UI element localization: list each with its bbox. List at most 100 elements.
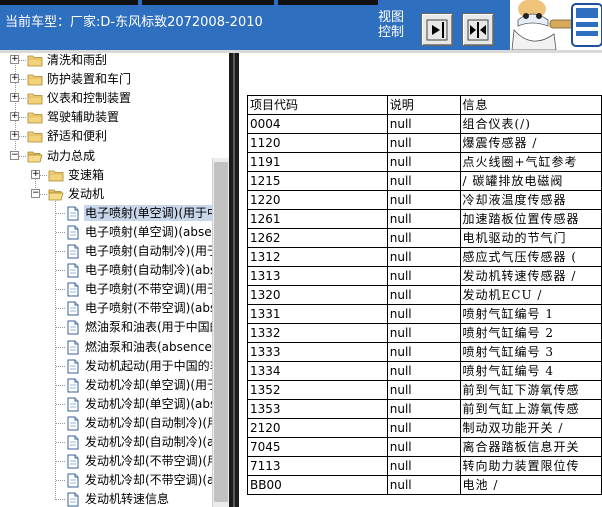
arrow-right-bar-icon [426, 19, 448, 41]
view-expand-button[interactable] [421, 13, 453, 46]
table-row[interactable]: 7045 null 离合器踏板信息开关 [247, 437, 602, 457]
tree-connector-line [56, 212, 65, 214]
cell-code: 1313 [247, 266, 388, 286]
table-row[interactable]: 1332 null 喷射气缸编号 2 [247, 323, 602, 343]
tree-folder-item[interactable]: + 舒适和便利 [0, 127, 229, 146]
cell-code: 1261 [247, 209, 388, 229]
cell-description: null [386, 304, 461, 324]
tree-leaf-item[interactable]: 发动机起动(用于中国的车 [0, 357, 229, 376]
tree-connector-line [56, 442, 65, 443]
tree-item-label: 电子喷射(单空调)(用于中 [84, 204, 221, 221]
tree-item-label: 发动机冷却(不带空调)(用 [85, 454, 220, 469]
tree-leaf-item[interactable]: 发动机冷却(自动制冷)(a [0, 433, 229, 452]
tree-leaf-item[interactable]: 发动机冷却(自动制冷)(用 [0, 414, 229, 433]
view-split-button[interactable] [462, 13, 494, 46]
cell-code: 1312 [247, 247, 388, 267]
cell-code: 2120 [247, 418, 388, 438]
table-row[interactable]: 1215 null / 碳罐排放电磁阀 [247, 171, 602, 191]
table-row[interactable]: 1262 null 电机驱动的节气门 [247, 228, 602, 248]
collapse-icon[interactable]: − [10, 150, 19, 160]
cell-info: / 碳罐排放电磁阀 [459, 171, 602, 191]
tree-leaf-item[interactable]: 电子喷射(不带空调)(用于 [0, 280, 229, 299]
table-row[interactable]: 1120 null 爆震传感器 / [247, 133, 602, 153]
cell-code: 1191 [247, 152, 388, 172]
tree-connector-line [56, 308, 65, 310]
cell-code: 1215 [247, 171, 388, 191]
cell-info: 前到气缸上游氧传感 [459, 399, 602, 419]
table-row[interactable]: 1261 null 加速踏板位置传感器 [247, 209, 602, 229]
tree-connector-line [40, 193, 47, 195]
table-row[interactable]: 1313 null 发动机转速传感器 / [247, 266, 602, 286]
cell-info: 喷射气缸编号 3 [459, 342, 602, 362]
tab-strip-segment [0, 0, 138, 5]
tree-leaf-item[interactable]: 燃油泵和油表(用于中国的 [0, 318, 229, 337]
tree-leaf-item[interactable]: 电子喷射(单空调)(abse [0, 223, 229, 242]
table-row[interactable]: 1333 null 喷射气缸编号 3 [247, 342, 602, 362]
table-row[interactable]: 1320 null 发动机ECU / [247, 285, 602, 305]
tree-folder-item[interactable]: + 仪表和控制装置 [0, 89, 229, 108]
table-row[interactable]: 1312 null 感应式气压传感器 ( [247, 247, 602, 267]
tree-connector-line [19, 155, 26, 157]
tree-scrollbar[interactable] [212, 158, 229, 507]
tree-item-label: 电子喷射(自动制冷)(用于 [85, 244, 220, 258]
tree-leaf-item[interactable]: 发动机冷却(不带空调)(a [0, 471, 229, 490]
tree-leaf-item[interactable]: 发动机冷却(单空调)(用于 [0, 376, 229, 395]
tree-leaf-item[interactable]: 电子喷射(不带空调)(abs [0, 299, 229, 318]
folder-icon [27, 93, 43, 105]
document-icon [67, 340, 79, 354]
tree-scrollbar-thumb[interactable] [214, 162, 228, 502]
table-row[interactable]: 1352 null 前到气缸下游氧传感 [247, 380, 602, 400]
cell-info: 点火线圈+气缸参考 [459, 152, 602, 172]
expand-icon[interactable]: + [10, 93, 19, 103]
tree-folder-item[interactable]: + 防护装置和车门 [0, 70, 229, 89]
table-row[interactable]: 7113 null 转向助力装置限位传 [247, 456, 602, 476]
tree-item-label: 变速箱 [68, 167, 105, 182]
tree-item-label: 发动机冷却(单空调)(abs [85, 396, 217, 411]
tree-connector-line [56, 403, 65, 405]
table-row[interactable]: 1353 null 前到气缸上游氧传感 [247, 399, 602, 419]
tree-leaf-item[interactable]: 发动机冷却(不带空调)(用 [0, 452, 229, 471]
tree-item-label: 仪表和控制装置 [47, 91, 132, 106]
folder-icon [27, 55, 43, 67]
expand-icon[interactable]: + [10, 112, 19, 122]
tree-leaf-item[interactable]: 电子喷射(自动制冷)(用于 [0, 242, 229, 261]
table-row[interactable]: 0004 null 组合仪表(/) [247, 114, 602, 134]
tree-leaf-item[interactable]: 电子喷射(单空调)(用于中 [0, 204, 229, 223]
document-icon [67, 473, 79, 488]
tree-leaf-item[interactable]: 燃油泵和油表(absence [0, 338, 229, 357]
tree-connector-line [19, 60, 26, 61]
document-icon [67, 378, 79, 393]
tree-item-label: 燃油泵和油表(absence [85, 339, 212, 354]
expand-icon[interactable]: + [10, 131, 19, 141]
tree-folder-item[interactable]: + 变速箱 [0, 166, 229, 185]
cell-info: 发动机转速传感器 / [459, 266, 602, 286]
table-row[interactable]: 2120 null 制动双功能开关 / [247, 418, 602, 438]
document-icon [67, 320, 79, 335]
table-row[interactable]: 1331 null 喷射气缸编号 1 [247, 304, 602, 324]
tree-connector-line [56, 346, 65, 348]
header-info: 信息 [459, 95, 602, 115]
table-row[interactable]: BB00 null 电池 / [247, 475, 602, 495]
cell-code: 1352 [247, 380, 388, 400]
category-tree[interactable]: + 清洗和雨刮 + 防护装置和车门 + 仪表和控制装置 + 驾驶辅助装置 + 舒适和便利 − 动力总成… [0, 53, 229, 507]
collapse-icon[interactable]: − [31, 188, 40, 198]
tree-leaf-item[interactable]: 发动机冷却(单空调)(abs [0, 395, 229, 414]
tree-folder-item[interactable]: − 发动机 [0, 185, 229, 204]
tree-connector-line [40, 174, 47, 176]
tree-folder-item[interactable]: + 驾驶辅助装置 [0, 108, 229, 127]
tree-folder-item[interactable]: + 清洗和雨刮 [0, 53, 229, 70]
cell-info: 转向助力装置限位传 [459, 456, 602, 476]
table-row[interactable]: 1220 null 冷却液温度传感器 [247, 190, 602, 210]
expand-icon[interactable]: + [10, 55, 19, 64]
view-label-line2: 控制 [378, 25, 405, 40]
table-row[interactable]: 1191 null 点火线圈+气缸参考 [247, 152, 602, 172]
cell-description: null [386, 399, 461, 419]
tree-leaf-item[interactable]: 发动机转速信息 [0, 490, 229, 507]
expand-icon[interactable]: + [31, 169, 40, 179]
cell-info: 喷射气缸编号 2 [459, 323, 602, 343]
tree-folder-item[interactable]: − 动力总成 [0, 147, 229, 166]
table-row[interactable]: 1334 null 喷射气缸编号 4 [247, 361, 602, 381]
tree-leaf-item[interactable]: 电子喷射(自动制冷)(abs [0, 261, 229, 280]
component-table: 项目代码 说明 信息 0004 null 组合仪表(/) 1120 null 爆震传感器 … [247, 95, 602, 495]
expand-icon[interactable]: + [10, 74, 19, 84]
